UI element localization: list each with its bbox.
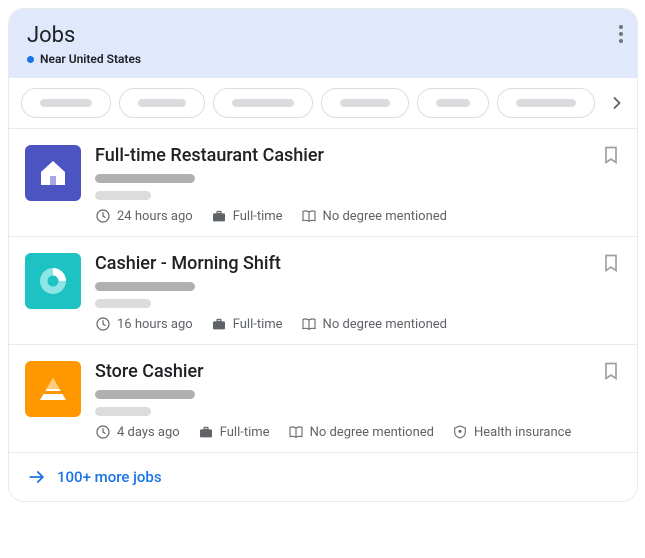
job-type: Full-time: [211, 208, 283, 224]
posted-time: 24 hours ago: [95, 208, 193, 224]
job-meta-row: 4 days ago Full-time No degree mentioned…: [95, 424, 621, 440]
chevron-right-icon: [607, 93, 627, 113]
company-logo: [25, 253, 81, 309]
job-type: Full-time: [198, 424, 270, 440]
book-icon: [301, 316, 317, 332]
location-dot-icon: [27, 56, 34, 63]
bookmark-button[interactable]: [601, 359, 621, 383]
arrow-right-icon: [27, 467, 47, 487]
briefcase-icon: [198, 424, 214, 440]
degree-requirement: No degree mentioned: [301, 316, 447, 332]
job-body: Cashier - Morning Shift 16 hours ago Ful…: [95, 253, 621, 332]
company-logo: [25, 361, 81, 417]
donut-icon: [36, 264, 70, 298]
shield-icon: [452, 424, 468, 440]
jobs-subtitle: Near United States: [40, 52, 141, 66]
location-placeholder: [95, 299, 151, 308]
clock-icon: [95, 424, 111, 440]
bookmark-button[interactable]: [601, 143, 621, 167]
filter-chip[interactable]: [321, 88, 409, 118]
job-listing[interactable]: Store Cashier 4 days ago Full-time No de…: [9, 345, 637, 453]
filter-chips-row: [9, 78, 637, 129]
bookmark-icon: [601, 359, 621, 383]
bookmark-icon: [601, 251, 621, 275]
job-title: Cashier - Morning Shift: [95, 253, 621, 274]
filter-chip[interactable]: [21, 88, 111, 118]
company-name-placeholder: [95, 282, 195, 291]
posted-time: 16 hours ago: [95, 316, 193, 332]
filter-chip[interactable]: [497, 88, 595, 118]
job-listing[interactable]: Cashier - Morning Shift 16 hours ago Ful…: [9, 237, 637, 345]
filter-scroll-right-button[interactable]: [603, 89, 631, 117]
jobs-title: Jobs: [27, 23, 619, 48]
overflow-menu-button[interactable]: [619, 25, 623, 43]
overflow-menu-icon: [619, 25, 623, 43]
triangle-icon: [36, 372, 70, 406]
bookmark-button[interactable]: [601, 251, 621, 275]
job-type: Full-time: [211, 316, 283, 332]
job-title: Store Cashier: [95, 361, 621, 382]
filter-chip[interactable]: [417, 88, 489, 118]
benefit: Health insurance: [452, 424, 571, 440]
job-listing[interactable]: Full-time Restaurant Cashier 24 hours ag…: [9, 129, 637, 237]
bookmark-icon: [601, 143, 621, 167]
job-body: Store Cashier 4 days ago Full-time No de…: [95, 361, 621, 440]
clock-icon: [95, 316, 111, 332]
filter-chip[interactable]: [213, 88, 313, 118]
more-jobs-link[interactable]: 100+ more jobs: [9, 453, 637, 501]
company-name-placeholder: [95, 390, 195, 399]
posted-time: 4 days ago: [95, 424, 180, 440]
jobs-subtitle-row: Near United States: [27, 52, 619, 66]
company-logo: [25, 145, 81, 201]
job-meta-row: 24 hours ago Full-time No degree mention…: [95, 208, 621, 224]
clock-icon: [95, 208, 111, 224]
jobs-header: Jobs Near United States: [9, 9, 637, 78]
location-placeholder: [95, 407, 151, 416]
jobs-card: Jobs Near United States: [8, 8, 638, 502]
job-meta-row: 16 hours ago Full-time No degree mention…: [95, 316, 621, 332]
degree-requirement: No degree mentioned: [288, 424, 434, 440]
briefcase-icon: [211, 208, 227, 224]
company-name-placeholder: [95, 174, 195, 183]
more-jobs-label: 100+ more jobs: [57, 468, 162, 486]
book-icon: [301, 208, 317, 224]
filter-chip[interactable]: [119, 88, 205, 118]
degree-requirement: No degree mentioned: [301, 208, 447, 224]
location-placeholder: [95, 191, 151, 200]
book-icon: [288, 424, 304, 440]
job-title: Full-time Restaurant Cashier: [95, 145, 621, 166]
house-icon: [38, 158, 68, 188]
job-body: Full-time Restaurant Cashier 24 hours ag…: [95, 145, 621, 224]
briefcase-icon: [211, 316, 227, 332]
